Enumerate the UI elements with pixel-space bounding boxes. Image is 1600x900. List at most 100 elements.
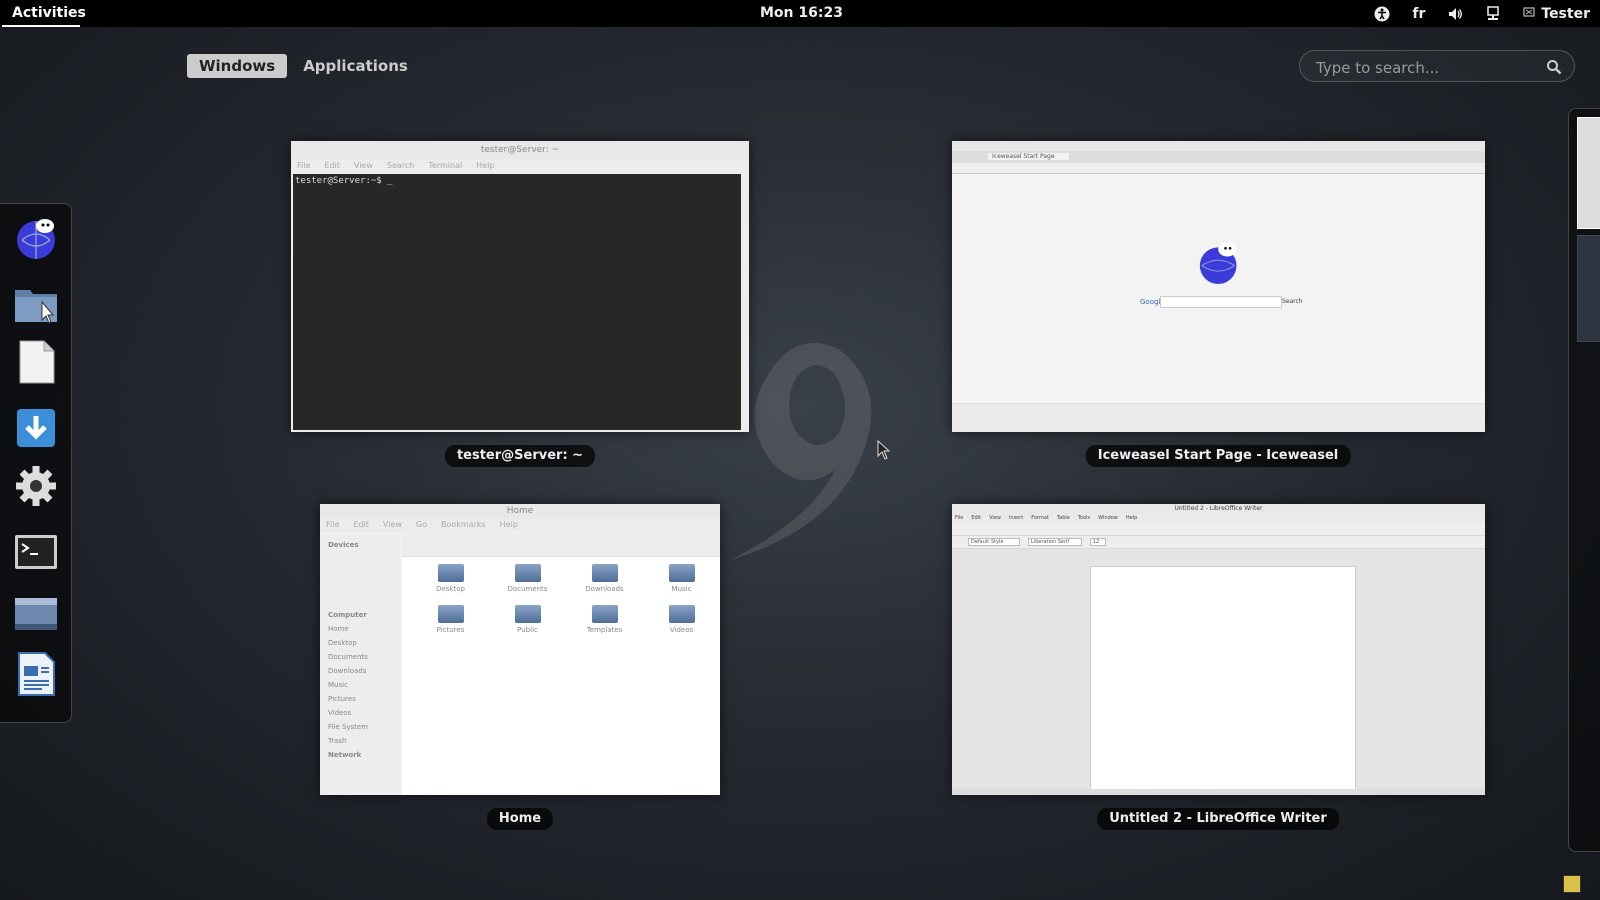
writer-titlebar: Untitled 2 - LibreOffice Writer bbox=[952, 504, 1485, 514]
activities-button[interactable]: Activities bbox=[0, 0, 98, 27]
writer-menubar: File Edit View Insert Format Table Tools Window… bbox=[952, 514, 1485, 523]
window-thumbnail-terminal[interactable]: tester@Server: ~ File Edit View Search Termi… bbox=[291, 141, 749, 432]
clock[interactable]: Mon 16:23 bbox=[760, 0, 843, 27]
folder-public: Public bbox=[489, 605, 566, 634]
tab-windows[interactable]: Windows bbox=[187, 54, 288, 78]
dash bbox=[0, 203, 72, 723]
sidebar-item-file-system: File System bbox=[328, 723, 369, 731]
sidebar-item-videos: Videos bbox=[328, 709, 352, 717]
search-input[interactable] bbox=[1314, 57, 1538, 79]
folder-icon bbox=[514, 605, 541, 623]
home-menu-item: Edit bbox=[353, 520, 369, 529]
sidebar-item-home: Home bbox=[328, 625, 349, 633]
folder-icon bbox=[591, 564, 618, 582]
writer-format-toolbar: Default Style Liberation Serif 12 bbox=[952, 536, 1485, 549]
folder-icon bbox=[437, 605, 464, 623]
terminal-body: tester@Server:~$ _ bbox=[293, 174, 741, 430]
terminal-menu-item: View bbox=[353, 161, 373, 170]
user-name: Tester bbox=[1541, 5, 1590, 22]
folder-icon bbox=[437, 564, 464, 582]
folder-label: Music bbox=[671, 585, 692, 593]
writer-menu-item: Table bbox=[1056, 515, 1070, 521]
folder-videos: Videos bbox=[643, 605, 720, 634]
volume-icon[interactable] bbox=[1447, 6, 1463, 22]
home-sidebar: Devices Computer Home Desktop Documents … bbox=[320, 534, 400, 795]
home-menu-item: View bbox=[382, 520, 402, 529]
system-tray: fr Tester bbox=[1374, 0, 1590, 27]
mouse-pointer-icon bbox=[877, 440, 891, 460]
writer-menu-item: Tools bbox=[1077, 515, 1091, 521]
browser-tab: Iceweasel Start Page bbox=[988, 153, 1069, 160]
files-icon bbox=[15, 290, 57, 324]
browser-search-button: Search bbox=[1282, 298, 1303, 305]
writer-menu-item: View bbox=[989, 515, 1001, 521]
terminal-menu-item: Search bbox=[386, 161, 415, 170]
writer-style-box: Default Style bbox=[968, 538, 1021, 546]
writer-menu-item: File bbox=[955, 515, 964, 521]
home-menu-item: Bookmarks bbox=[440, 520, 486, 529]
download-icon bbox=[17, 409, 55, 447]
keyboard-layout-indicator[interactable]: fr bbox=[1412, 6, 1425, 22]
search-box bbox=[1299, 50, 1575, 82]
window-thumbnail-writer[interactable]: Untitled 2 - LibreOffice Writer File Edit… bbox=[952, 504, 1485, 795]
terminal-menu-item: Terminal bbox=[428, 161, 463, 170]
folder-icon bbox=[668, 564, 695, 582]
dash-settings[interactable] bbox=[12, 462, 60, 510]
home-content: Desktop Documents Downloads Music Pictur… bbox=[402, 534, 720, 795]
dash-desktop[interactable] bbox=[12, 590, 60, 638]
home-menubar: File Edit View Go Bookmarks Help bbox=[320, 518, 720, 532]
window-caption-writer[interactable]: Untitled 2 - LibreOffice Writer bbox=[1097, 808, 1339, 830]
sidebar-item-trash: Trash bbox=[328, 737, 347, 745]
writer-standard-toolbar bbox=[952, 523, 1485, 536]
window-thumbnail-home[interactable]: Home File Edit View Go Bookmarks Help Devices… bbox=[320, 504, 720, 795]
dash-iceweasel[interactable] bbox=[12, 214, 60, 262]
dash-terminal[interactable] bbox=[12, 528, 60, 576]
home-menu-item: File bbox=[326, 520, 340, 529]
user-menu[interactable]: Tester bbox=[1523, 6, 1590, 22]
message-tray-icon[interactable] bbox=[1563, 875, 1581, 893]
sidebar-item-pictures: Pictures bbox=[328, 695, 356, 703]
window-caption-home[interactable]: Home bbox=[486, 808, 554, 830]
writer-menu-item: Insert bbox=[1008, 515, 1024, 521]
sidebar-item-desktop: Desktop bbox=[328, 639, 357, 647]
iceweasel-logo-icon bbox=[1199, 241, 1237, 284]
browser-address-bar bbox=[952, 163, 1485, 174]
tab-applications[interactable]: Applications bbox=[291, 54, 420, 78]
folder-documents: Documents bbox=[489, 564, 566, 593]
window-caption-iceweasel[interactable]: Iceweasel Start Page - Iceweasel bbox=[1085, 445, 1351, 467]
folder-downloads: Downloads bbox=[566, 564, 643, 593]
writer-menu-item: Help bbox=[1125, 515, 1138, 521]
terminal-menu-item: Edit bbox=[324, 161, 340, 170]
sidebar-section-network: Network bbox=[328, 751, 362, 759]
terminal-menu-item: File bbox=[297, 161, 311, 170]
terminal-titlebar: tester@Server: ~ bbox=[291, 141, 749, 159]
dash-software[interactable] bbox=[12, 404, 60, 452]
user-status-icon bbox=[1523, 6, 1535, 22]
terminal-prompt: tester@Server:~$ _ bbox=[295, 176, 393, 186]
network-icon[interactable] bbox=[1485, 5, 1501, 22]
terminal-menu-item: Help bbox=[476, 161, 495, 170]
desktop-window-icon bbox=[15, 598, 57, 630]
settings-gear-icon bbox=[16, 466, 56, 506]
folder-label: Videos bbox=[669, 626, 694, 634]
writer-size-box: 12 bbox=[1089, 538, 1107, 546]
dash-documents[interactable] bbox=[12, 338, 60, 386]
folder-icon bbox=[514, 564, 541, 582]
workspace-thumbnail-1[interactable] bbox=[1577, 117, 1600, 229]
terminal-menubar: File Edit View Search Terminal Help bbox=[291, 159, 749, 173]
terminal-icon bbox=[15, 535, 57, 569]
sidebar-item-documents: Documents bbox=[328, 653, 368, 661]
activities-underline bbox=[2, 25, 80, 27]
folder-label: Pictures bbox=[436, 626, 465, 634]
window-thumbnail-iceweasel[interactable]: Iceweasel Start Page Google Search bbox=[952, 141, 1485, 432]
dash-writer[interactable] bbox=[12, 650, 60, 698]
folder-icon bbox=[591, 605, 618, 623]
folder-label: Documents bbox=[507, 585, 548, 593]
window-caption-terminal[interactable]: tester@Server: ~ bbox=[444, 445, 596, 467]
accessibility-icon[interactable] bbox=[1374, 6, 1390, 22]
workspace-thumbnail-2[interactable] bbox=[1577, 235, 1600, 342]
writer-icon bbox=[18, 652, 55, 696]
view-selector: Windows Applications bbox=[187, 54, 420, 78]
dash-files[interactable] bbox=[12, 280, 60, 328]
writer-menu-item: Edit bbox=[971, 515, 982, 521]
